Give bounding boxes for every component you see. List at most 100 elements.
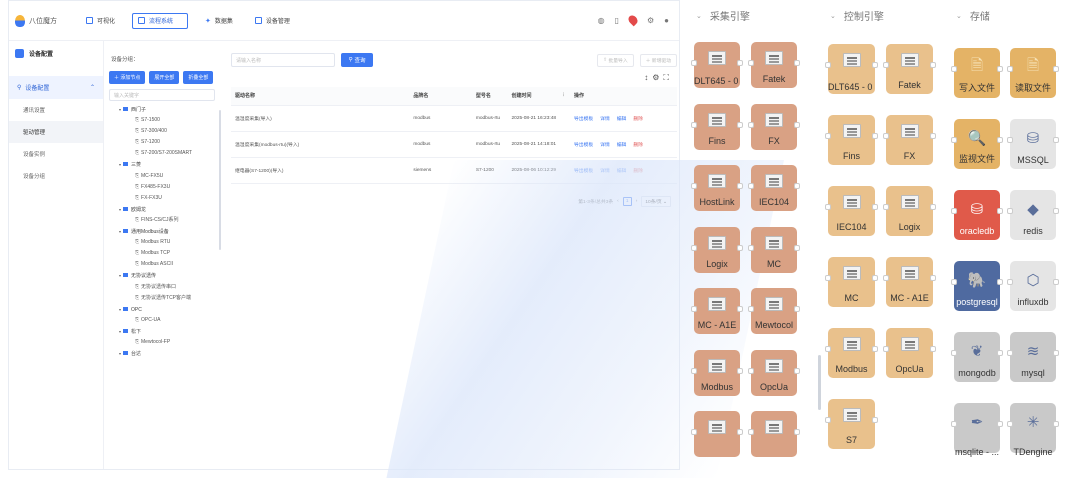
tab-device-management[interactable]: 设备管理 [250,13,295,29]
tree-leaf-node[interactable]: ⎘ FX-FX3U [109,193,221,204]
edit-link[interactable]: 编辑 [617,143,627,148]
tree-group-node[interactable]: ▾ 三菱 [109,159,221,170]
tree-leaf-node[interactable]: ⎘ S7-300/400 [109,126,221,137]
tree-leaf-node[interactable]: ⎘ Modbus ASCII [109,259,221,270]
next-page-icon[interactable]: › [636,199,638,204]
tree-group-node[interactable]: ▾ 西门子 [109,104,221,115]
export-template-link[interactable]: 导出模板 [574,143,593,148]
storage-node[interactable]: ✳ TDengine [1007,403,1059,457]
tree-group-node[interactable]: ▾ 通用Modbus设备 [109,226,221,237]
name-search-input[interactable]: 请输入名称 [231,53,335,67]
tree-leaf-node[interactable]: ⎘ Modbus TCP [109,248,221,259]
tree-leaf-node[interactable]: ⎘ Modbus RTU [109,237,221,248]
sound-icon[interactable]: ◍ [598,16,605,25]
tree-scrollbar[interactable] [219,110,221,250]
storage-node[interactable]: 🗎 写入文件 [951,48,1003,98]
palette-node[interactable]: Modbus [691,349,743,396]
palette-node[interactable] [691,411,743,457]
delete-link[interactable]: 删除 [633,143,643,148]
batch-import-button[interactable]: ⇪ 批量导入 [597,53,634,67]
tree-group-node[interactable]: ▾ 松下 [109,326,221,337]
tab-dataset[interactable]: ✦ 数据集 [200,13,238,29]
add-driver-button[interactable]: ＋ 新增驱动 [639,53,677,67]
tree-leaf-node[interactable]: ⎘ FX485-FX3U [109,182,221,193]
delete-link[interactable]: 删除 [633,169,643,174]
query-button[interactable]: ⚲ 查询 [341,53,373,67]
export-template-link[interactable]: 导出模板 [574,169,593,174]
collapse-all-button[interactable]: 折叠全部 [183,71,214,84]
palette-node[interactable]: HostLink [691,165,743,211]
settings-icon[interactable]: ⚙ [647,16,654,25]
storage-node[interactable]: 🗎 读取文件 [1007,48,1059,98]
palette-node[interactable]: DLT645 - 0 国家电表 [691,42,743,88]
palette-node[interactable]: IEC104 [825,186,878,236]
palette-node[interactable]: IEC104 [748,165,800,211]
palette-node[interactable]: S7 [825,399,878,449]
export-template-link[interactable]: 导出模板 [574,117,593,122]
detail-link[interactable]: 详情 [600,143,610,148]
palette-node[interactable]: Mewtocol [748,288,800,334]
palette-node[interactable]: Logix [691,226,743,273]
palette-node[interactable]: MC - A1E [883,257,936,307]
tree-leaf-node[interactable]: ⎘ S7-1500 [109,115,221,126]
detail-link[interactable]: 详情 [600,169,610,174]
column-settings-icon[interactable]: ⚙ [652,73,663,82]
edit-link[interactable]: 编辑 [617,169,627,174]
palette-node[interactable]: DLT645 - 0 国家电表 [825,44,878,94]
tree-group-node[interactable]: ▾ OPC [109,304,221,315]
tree-leaf-node[interactable]: ⎘ Mewtocol-FP [109,337,221,348]
tab-flow-system[interactable]: 流程系统 [132,12,189,29]
storage-node[interactable]: ✒ msqlite - ... [951,403,1003,457]
control-engine-header[interactable]: ⌄ 控制引擎 [830,8,884,23]
storage-header[interactable]: ⌄ 存储 [956,8,990,23]
storage-node[interactable]: ◆ redis [1007,190,1059,240]
sidebar-item-comm-settings[interactable]: 通讯设置 [9,99,103,121]
sidebar-item-driver-management[interactable]: 驱动管理 [9,121,103,143]
edit-link[interactable]: 编辑 [617,117,627,122]
storage-node[interactable]: ⬡ influxdb [1007,261,1059,311]
page-size-select[interactable]: 10条/页 ⌄ [641,195,671,207]
tree-group-node[interactable]: ▾ 台达 [109,348,221,359]
delete-link[interactable]: 删除 [633,117,643,122]
location-pin-icon[interactable] [626,13,640,27]
storage-node[interactable]: ≋ mysql [1007,332,1059,382]
tree-group-node[interactable]: ▾ 无协议透传 [109,270,221,281]
storage-node[interactable]: ⛁ oracledb [951,190,1003,240]
palette-node[interactable]: Fatek [748,42,800,88]
sidebar-item-device-instance[interactable]: 设备实例 [9,143,103,165]
current-page[interactable]: 1 [622,196,632,206]
expand-all-button[interactable]: 展开全部 [149,71,180,84]
palette-node[interactable]: Fins [825,115,878,165]
tree-leaf-node[interactable]: ⎘ MC-FX5U [109,171,221,182]
palette-node[interactable]: Fins [691,103,743,150]
storage-node[interactable]: 🔍 监视文件 [951,119,1003,169]
storage-node[interactable]: 🐘 postgresql [951,261,1003,311]
sidebar-item-device-group[interactable]: 设备分组 [9,165,103,187]
palette-node[interactable]: Logix [883,186,936,236]
palette-node[interactable]: Fatek [883,44,936,94]
palette-node[interactable]: OpcUa [883,328,936,378]
tab-visualization[interactable]: 可视化 [81,13,120,29]
tree-leaf-node[interactable]: ⎘ FINS-CS/CJ系列 [109,215,221,226]
fullscreen-icon[interactable]: ⛶ [663,73,673,82]
tree-leaf-node[interactable]: ⎘ 无协议透传TCP客户端 [109,293,221,304]
add-node-button[interactable]: ＋ 添加节点 [109,71,146,84]
tree-search-input[interactable]: 输入关键字 [109,89,215,101]
more-icon[interactable]: ● [664,16,669,25]
tree-leaf-node[interactable]: ⎘ OPC-UA [109,315,221,326]
phone-icon[interactable]: ▯ [615,16,619,25]
tree-leaf-node[interactable]: ⎘ 无协议透传串口 [109,282,221,293]
palette-node[interactable]: MC [825,257,878,307]
palette-node[interactable]: Modbus [825,328,878,378]
palette-node[interactable]: MC - A1E [691,288,743,334]
tree-group-node[interactable]: ▾ 欧姆龙 [109,204,221,215]
detail-link[interactable]: 详情 [600,117,610,122]
storage-node[interactable]: ⛁ MSSQL [1007,119,1059,169]
palette-node[interactable]: OpcUa [748,349,800,396]
palette-node[interactable] [748,411,800,457]
tree-leaf-node[interactable]: ⎘ S7-200/S7-200SMART [109,148,221,159]
storage-node[interactable]: ❦ mongodb [951,332,1003,382]
brand[interactable]: 八位魔方 [15,14,81,27]
collect-engine-header[interactable]: ⌄ 采集引擎 [696,8,750,23]
prev-page-icon[interactable]: ‹ [617,199,619,204]
